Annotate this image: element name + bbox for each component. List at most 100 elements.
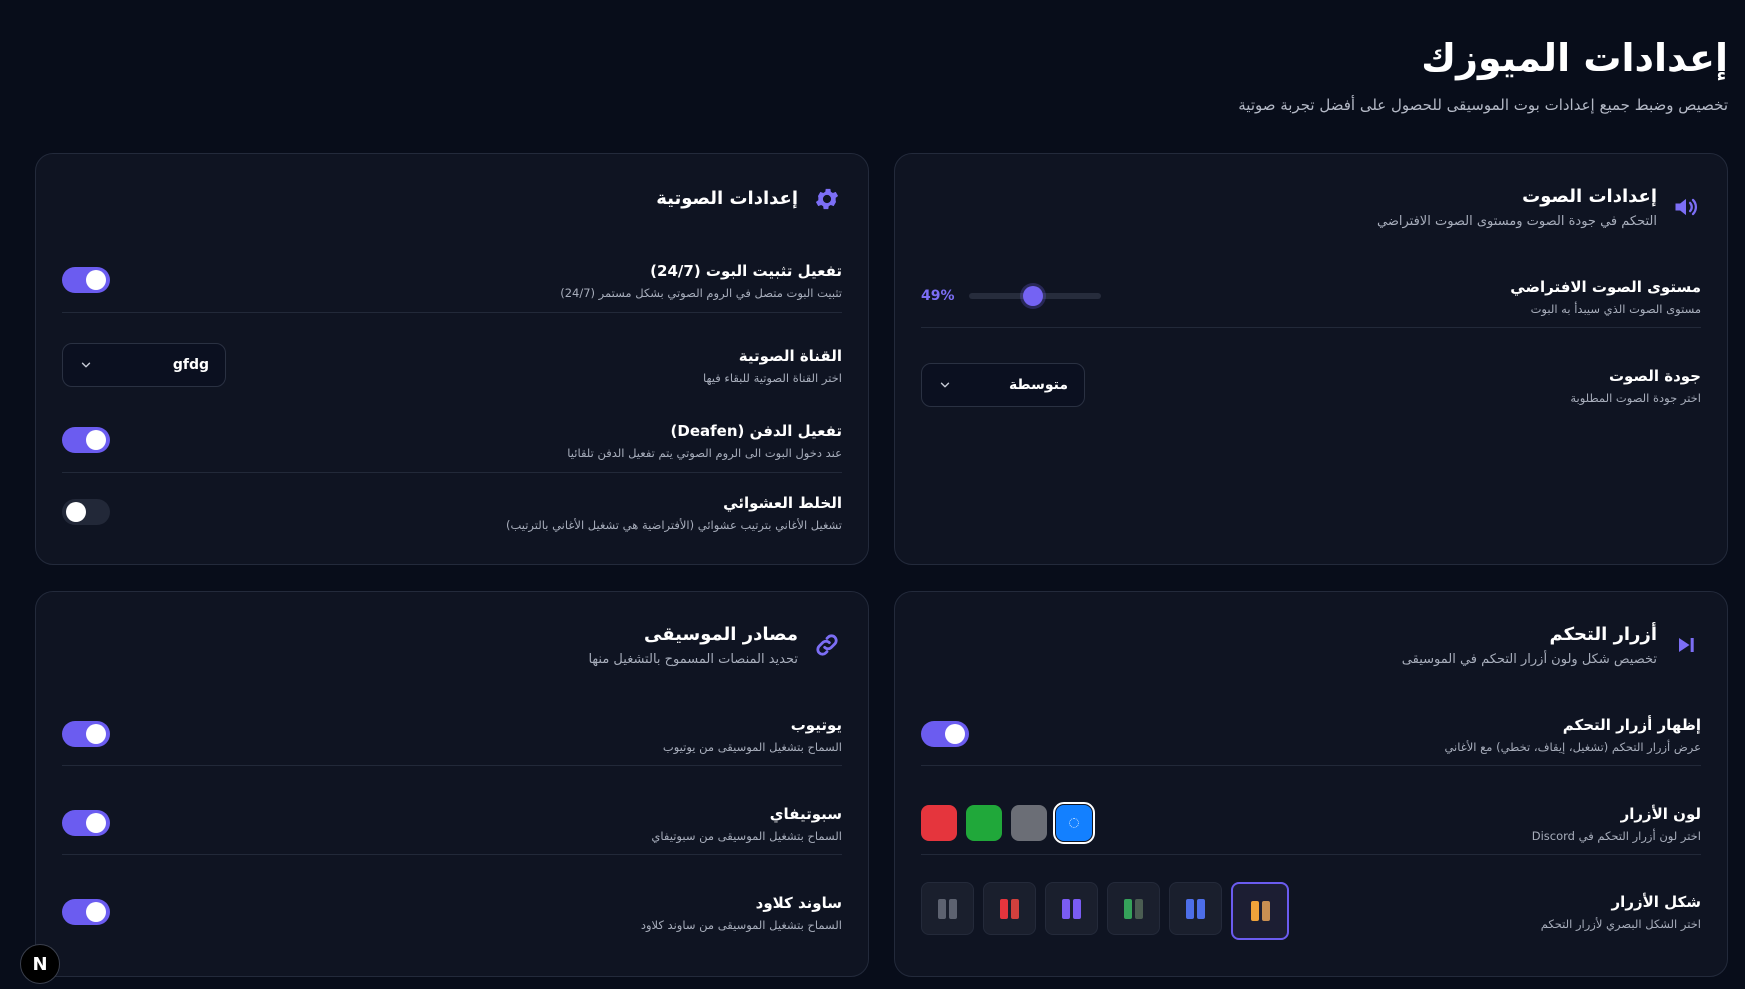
voice-channel-row: القناة الصوتية اختر القناة الصوتية للبقا…	[62, 333, 842, 397]
audio-settings-header: إعدادات الصوت التحكم في جودة الصوت ومستو…	[1377, 184, 1701, 229]
skip-forward-icon	[1671, 630, 1701, 660]
link-icon	[812, 630, 842, 660]
voice-channel-title: القناة الصوتية	[738, 347, 842, 365]
shuffle-desc: تشغيل الأغاني بترتيب عشوائي (الأفتراضية …	[505, 518, 842, 532]
show-controls-desc: عرض أزرار التحكم (تشغيل، إيقاف، تخطي) مع…	[1444, 739, 1701, 754]
voice-settings-title: إعدادات الصوتية	[656, 188, 798, 209]
stay-247-toggle[interactable]	[62, 266, 110, 293]
voice-channel-select[interactable]: gfdg	[62, 343, 226, 387]
shape-preview-bar	[1135, 898, 1143, 919]
deafen-row: تفعيل الدفن (Deafen) عند دخول البوت الى …	[62, 407, 842, 473]
button-color-title: لون الأزرار	[1620, 804, 1701, 823]
volume-slider-thumb[interactable]	[1023, 285, 1044, 306]
soundcloud-desc: السماح بتشغيل الموسيقى من ساوند كلاود	[640, 918, 842, 932]
control-buttons-header: أزرار التحكم تخصيص شكل ولون أزرار التحكم…	[1402, 622, 1701, 667]
button-shape-option[interactable]	[1169, 882, 1222, 935]
toggle-knob	[945, 723, 965, 744]
spotify-row: سبوتيفاي السماح بتشغيل الموسيقى من سبوتي…	[62, 791, 842, 855]
control-buttons-card: أزرار التحكم تخصيص شكل ولون أزرار التحكم…	[894, 591, 1728, 977]
button-color-desc: اختر لون أزرار التحكم في Discord	[1531, 828, 1701, 843]
button-color-row: لون الأزرار اختر لون أزرار التحكم في Dis…	[921, 791, 1701, 855]
toggle-knob	[86, 723, 106, 744]
show-controls-row: إظهار أزرار التحكم عرض أزرار التحكم (تشغ…	[921, 702, 1701, 766]
page-header: إعدادات الميوزك تخصيص وضبط جميع إعدادات …	[1238, 34, 1728, 114]
speaker-icon	[1671, 192, 1701, 222]
voice-settings-header: إعدادات الصوتية	[656, 184, 842, 214]
stay-247-title: تفعيل تثبيت البوت (24/7)	[650, 261, 842, 280]
voice-channel-value: gfdg	[172, 357, 209, 373]
youtube-title: يوتيوب	[790, 715, 842, 734]
button-shape-option[interactable]	[1045, 882, 1098, 935]
toggle-knob	[86, 812, 106, 833]
music-sources-header: مصادر الموسيقى تحديد المنصات المسموح بال…	[588, 622, 842, 667]
soundcloud-title: ساوند كلاود	[755, 894, 842, 912]
toggle-knob	[86, 269, 106, 290]
button-shape-options	[921, 882, 1289, 940]
shuffle-toggle[interactable]	[62, 499, 110, 525]
button-shape-desc: اختر الشكل البصري لأزرار التحكم	[1540, 917, 1701, 931]
color-swatch[interactable]	[1011, 804, 1047, 841]
shape-preview-bar	[1250, 901, 1259, 921]
button-shape-option[interactable]	[983, 882, 1036, 935]
audio-settings-title: إعدادات الصوت	[1522, 186, 1657, 207]
spotify-desc: السماح بتشغيل الموسيقى من سبوتيفاي	[651, 828, 842, 843]
toggle-knob	[86, 902, 106, 922]
button-shape-row: شكل الأزرار اختر الشكل البصري لأزرار الت…	[921, 878, 1701, 944]
shuffle-row: الخلط العشوائي تشغيل الأغاني بترتيب عشوا…	[62, 480, 842, 544]
shape-preview-bar	[1073, 898, 1081, 919]
button-shape-option[interactable]	[921, 882, 974, 935]
shape-preview-bar	[1000, 898, 1008, 919]
page-title: إعدادات الميوزك	[1421, 36, 1728, 80]
shape-preview-bar	[1062, 898, 1070, 919]
deafen-title: تفعيل الدفن (Deafen)	[670, 421, 842, 440]
volume-value: 49%	[921, 287, 955, 304]
audio-settings-desc: التحكم في جودة الصوت ومستوى الصوت الافتر…	[1377, 214, 1657, 229]
shape-preview-bar	[1124, 898, 1132, 919]
color-swatch[interactable]	[966, 804, 1002, 841]
spotify-title: سبوتيفاي	[769, 804, 842, 823]
show-controls-toggle[interactable]	[921, 720, 969, 747]
shape-preview-bar	[1011, 898, 1019, 919]
chevron-down-icon	[81, 362, 91, 368]
stay-247-row: تفعيل تثبيت البوت (24/7) تثبيت البوت متص…	[62, 247, 842, 313]
stay-247-desc: تثبيت البوت متصل في الروم الصوتي بشكل مس…	[560, 285, 842, 300]
spotify-toggle[interactable]	[62, 809, 110, 836]
color-swatch[interactable]	[1053, 801, 1095, 844]
chevron-down-icon	[940, 382, 950, 388]
shape-preview-bar	[1186, 898, 1194, 919]
music-settings-page: إعدادات الميوزك تخصيص وضبط جميع إعدادات …	[0, 0, 1745, 989]
youtube-row: يوتيوب السماح بتشغيل الموسيقى من يوتيوب	[62, 702, 842, 766]
audio-settings-card: إعدادات الصوت التحكم في جودة الصوت ومستو…	[894, 153, 1728, 565]
control-buttons-title: أزرار التحكم	[1549, 624, 1657, 645]
show-controls-title: إظهار أزرار التحكم	[1562, 715, 1701, 734]
music-sources-title: مصادر الموسيقى	[643, 624, 798, 645]
volume-title: مستوى الصوت الافتراضي	[1510, 277, 1701, 296]
soundcloud-row: ساوند كلاود السماح بتشغيل الموسيقى من سا…	[62, 880, 842, 944]
voice-channel-desc: اختر القناة الصوتية للبقاء فيها	[703, 371, 842, 385]
color-swatch[interactable]	[921, 804, 957, 841]
toggle-knob	[86, 429, 106, 450]
shuffle-title: الخلط العشوائي	[723, 494, 842, 512]
button-shape-title: شكل الأزرار	[1611, 893, 1701, 911]
quality-select[interactable]: متوسطة	[921, 363, 1085, 407]
volume-slider[interactable]	[968, 285, 1101, 306]
page-subtitle: تخصيص وضبط جميع إعدادات بوت الموسيقى للح…	[1238, 96, 1728, 114]
music-sources-card: مصادر الموسيقى تحديد المنصات المسموح بال…	[35, 591, 869, 977]
volume-desc: مستوى الصوت الذي سيبدأ به البوت	[1530, 301, 1701, 316]
deafen-desc: عند دخول البوت الى الروم الصوتي يتم تفعي…	[567, 445, 842, 460]
youtube-toggle[interactable]	[62, 720, 110, 747]
youtube-desc: السماح بتشغيل الموسيقى من يوتيوب	[662, 739, 842, 754]
music-sources-desc: تحديد المنصات المسموح بالتشغيل منها	[588, 652, 798, 667]
volume-slider-group: 49%	[921, 285, 1101, 306]
control-buttons-desc: تخصيص شكل ولون أزرار التحكم في الموسيقى	[1401, 652, 1657, 667]
corner-badge[interactable]: N	[20, 944, 60, 984]
soundcloud-toggle[interactable]	[62, 899, 110, 925]
shape-preview-bar	[949, 898, 957, 919]
shape-preview-bar	[1197, 898, 1205, 919]
quality-row: جودة الصوت اختر جودة الصوت المطلوبة متوس…	[921, 353, 1701, 417]
deafen-toggle[interactable]	[62, 426, 110, 453]
quality-title: جودة الصوت	[1608, 367, 1701, 385]
button-shape-option[interactable]	[1231, 882, 1289, 940]
voice-settings-card: إعدادات الصوتية تفعيل تثبيت البوت (24/7)…	[35, 153, 869, 565]
button-shape-option[interactable]	[1107, 882, 1160, 935]
